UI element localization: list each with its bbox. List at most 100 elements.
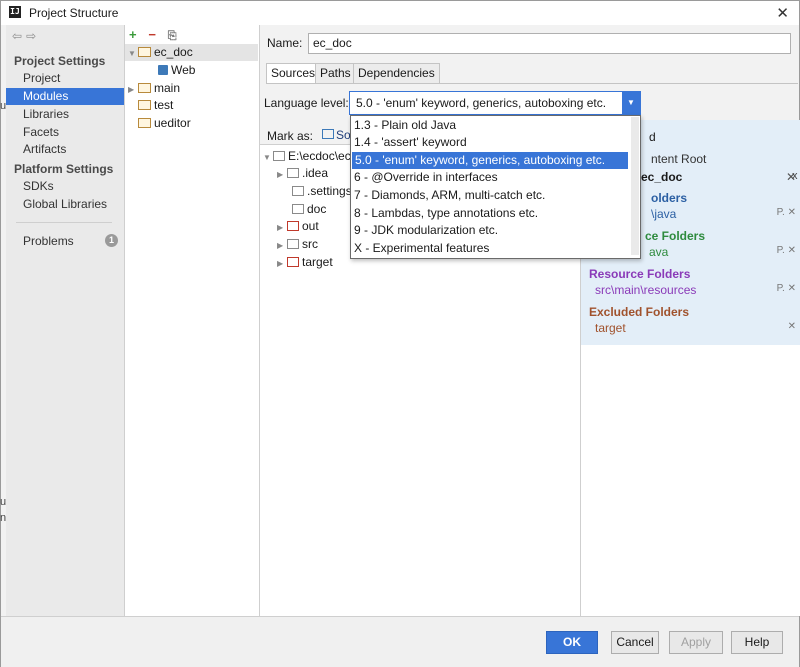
mark-as-label: Mark as: <box>267 129 314 143</box>
tab-divider <box>266 83 798 84</box>
resource-folders-header: Resource Folders <box>589 267 691 281</box>
window-title: Project Structure <box>29 6 119 20</box>
sidebar-item-global-libraries[interactable]: Global Libraries <box>6 196 124 213</box>
folder-icon <box>287 168 299 178</box>
background-fragment: u <box>0 100 7 112</box>
language-level-select[interactable]: 5.0 - 'enum' keyword, generics, autoboxi… <box>349 91 641 115</box>
resource-folder-path: src\main\resources <box>595 283 697 297</box>
module-folder-icon <box>138 47 151 57</box>
source-folder-icon <box>322 129 334 139</box>
content-root-header: ntent Root <box>651 152 707 166</box>
tree-node-ueditor[interactable]: ueditor <box>138 115 191 132</box>
help-button[interactable]: Help <box>731 631 783 654</box>
collapse-arrow-icon[interactable]: ▼ <box>128 45 138 62</box>
add-icon[interactable]: + <box>129 27 145 42</box>
background-fragment: u <box>0 496 7 508</box>
language-level-dropdown: 1.3 - Plain old Java 1.4 - 'assert' keyw… <box>350 115 641 259</box>
source-folders-header: olders <box>651 191 688 205</box>
content-node-root[interactable]: ▼ E:\ecdoc\ec <box>263 148 351 165</box>
apply-button[interactable]: Apply <box>669 631 723 654</box>
module-tree: + − ⎘ ▼ ec_doc Web ▶ main test ueditor <box>125 25 260 616</box>
sidebar-item-problems[interactable]: Problems 1 <box>6 233 124 250</box>
tab-dependencies[interactable]: Dependencies <box>353 63 440 84</box>
tree-node-main[interactable]: ▶ main <box>128 80 180 97</box>
web-facet-icon <box>158 65 168 75</box>
expand-arrow-icon[interactable]: ▶ <box>128 81 138 98</box>
folder-icon <box>273 151 285 161</box>
cancel-button[interactable]: Cancel <box>611 631 659 654</box>
language-level-option[interactable]: 9 - JDK modularization etc. <box>351 222 632 239</box>
sidebar-item-facets[interactable]: Facets <box>6 124 124 141</box>
sidebar-divider <box>16 222 112 223</box>
language-level-option[interactable]: X - Experimental features <box>351 240 632 257</box>
excluded-folder-actions[interactable]: ✕ <box>788 321 796 332</box>
content-node-label: E:\ecdoc\ec <box>288 149 351 163</box>
module-name-input[interactable]: ec_doc <box>308 33 791 54</box>
forward-arrow-icon[interactable]: ⇨ <box>26 29 40 43</box>
expand-arrow-icon[interactable]: ▶ <box>277 166 287 183</box>
background-fragment: n <box>0 512 7 524</box>
copy-icon[interactable]: ⎘ <box>168 30 184 43</box>
language-level-option[interactable]: 1.3 - Plain old Java <box>351 117 632 134</box>
language-level-option[interactable]: 8 - Lambdas, type annotations etc. <box>351 205 632 222</box>
mark-as-sources-button[interactable]: So <box>322 128 351 142</box>
sidebar-item-libraries[interactable]: Libraries <box>6 106 124 123</box>
source-folder-actions[interactable]: P. ✕ <box>777 207 796 218</box>
content-node-target[interactable]: ▶ target <box>277 254 333 271</box>
sidebar-item-artifacts[interactable]: Artifacts <box>6 141 124 158</box>
content-node-idea[interactable]: ▶ .idea <box>277 165 328 182</box>
sidebar-item-sdks[interactable]: SDKs <box>6 178 124 195</box>
content-node-label: src <box>302 237 318 251</box>
test-folder-actions[interactable]: P. ✕ <box>777 245 796 256</box>
content-node-label: target <box>302 255 333 269</box>
expand-arrow-icon[interactable]: ▶ <box>277 237 287 254</box>
sidebar-item-project[interactable]: Project <box>6 70 124 87</box>
history-nav: ⇦⇨ <box>12 29 40 43</box>
close-icon[interactable]: ✕ <box>776 4 789 22</box>
tree-node-test[interactable]: test <box>138 97 173 114</box>
module-toolbar: + − ⎘ <box>129 27 184 43</box>
expand-arrow-icon[interactable]: ▶ <box>277 219 287 236</box>
folder-icon <box>287 239 299 249</box>
excluded-folder-path: target <box>595 321 626 335</box>
tree-node-web[interactable]: Web <box>158 62 195 79</box>
language-level-option[interactable]: 7 - Diamonds, ARM, multi-catch etc. <box>351 187 632 204</box>
tab-paths[interactable]: Paths <box>315 63 356 84</box>
dialog-footer: OK Cancel Apply Help <box>1 616 799 667</box>
content-node-src[interactable]: ▶ src <box>277 236 318 253</box>
tree-node-label: test <box>154 98 174 112</box>
folder-icon <box>292 186 304 196</box>
resource-folder-actions[interactable]: P. ✕ <box>777 283 796 294</box>
settings-sidebar: ⇦⇨ Project Settings Project Modules Libr… <box>6 25 125 616</box>
remove-icon[interactable]: − <box>148 27 164 42</box>
test-folders-header: ce Folders <box>645 229 706 243</box>
content-node-out[interactable]: ▶ out <box>277 218 319 235</box>
content-node-settings[interactable]: .settings <box>292 183 352 200</box>
sidebar-item-modules[interactable]: Modules <box>6 88 124 105</box>
project-structure-dialog: IJ Project Structure ✕ ⇦⇨ Project Settin… <box>0 0 800 667</box>
background-fragment: x <box>792 170 798 182</box>
content-node-doc[interactable]: doc <box>292 201 326 218</box>
collapse-arrow-icon[interactable]: ▼ <box>263 149 273 166</box>
expand-arrow-icon[interactable]: ▶ <box>277 255 287 272</box>
title-bar: IJ Project Structure ✕ <box>1 1 799 25</box>
tree-node-label: main <box>154 81 181 95</box>
add-content-root-partial: d <box>649 130 656 144</box>
module-folder-icon <box>138 83 151 93</box>
module-folder-icon <box>138 100 151 110</box>
source-folder-path: \java <box>651 207 677 221</box>
tree-node-ec-doc[interactable]: ▼ ec_doc <box>125 44 258 61</box>
mark-as-sources-label: So <box>336 128 351 142</box>
excluded-folder-icon <box>287 257 299 267</box>
sidebar-item-label: Problems <box>23 234 74 248</box>
ok-button[interactable]: OK <box>546 631 598 654</box>
problems-count-badge: 1 <box>105 234 118 247</box>
language-level-option[interactable]: 1.4 - 'assert' keyword <box>351 134 632 151</box>
dropdown-scrollbar[interactable] <box>631 117 639 255</box>
name-label: Name: <box>267 36 303 50</box>
language-level-option-selected[interactable]: 5.0 - 'enum' keyword, generics, autoboxi… <box>352 152 628 169</box>
language-level-option[interactable]: 6 - @Override in interfaces <box>351 169 632 186</box>
chevron-down-icon[interactable]: ▼ <box>622 92 640 114</box>
back-arrow-icon[interactable]: ⇦ <box>12 29 26 43</box>
tab-sources[interactable]: Sources <box>266 63 321 84</box>
